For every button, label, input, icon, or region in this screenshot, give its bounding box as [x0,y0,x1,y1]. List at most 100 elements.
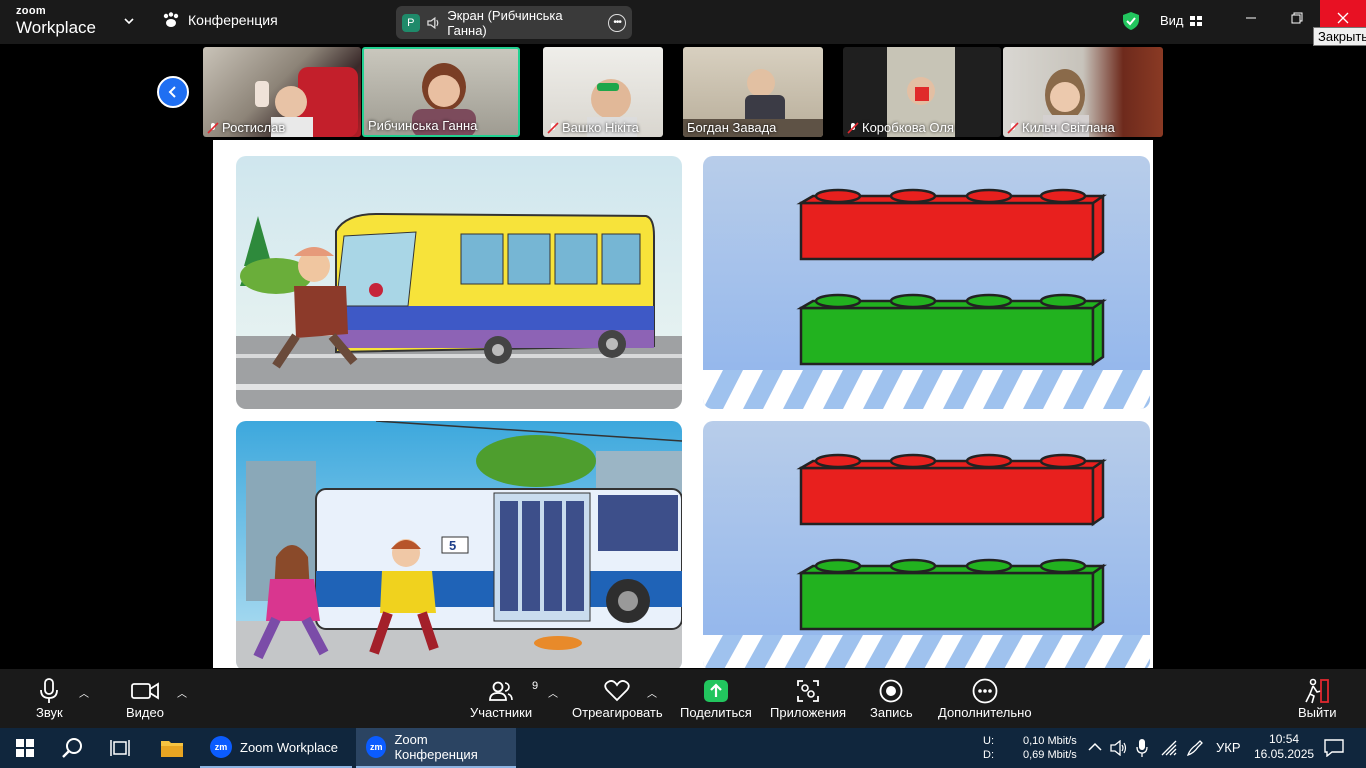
participant-tile[interactable]: Ростислав [203,47,361,137]
minimize-icon [1246,17,1256,19]
search-button[interactable] [50,728,94,768]
file-explorer-button[interactable] [150,728,194,768]
mic-tray-icon[interactable] [1136,739,1148,757]
mic-muted-icon [207,121,219,134]
search-icon [62,738,82,758]
participant-tile[interactable]: Богдан Завада [683,47,823,137]
task-view-button[interactable] [98,728,142,768]
title-bar: zoom Workplace Конференция P Экран (Рибч… [0,0,1366,46]
chevron-left-icon [168,86,176,98]
participants-options-caret[interactable]: ︿ [548,685,558,700]
clock-time: 10:54 [1269,732,1300,746]
taskbar-app-zoom-workplace[interactable]: zm Zoom Workplace [200,728,352,768]
apps-icon [797,680,819,702]
meeting-label: Конференция [188,12,278,28]
windows-icon [16,739,34,757]
network-icon[interactable] [1160,740,1178,756]
view-menu[interactable]: Вид [1160,13,1202,28]
blocks-panel [703,156,1150,409]
gallery-prev-button[interactable] [157,76,189,108]
net-up-label: U: [983,735,994,747]
language-indicator[interactable]: УКР [1216,740,1241,755]
pen-icon[interactable] [1186,739,1204,757]
participant-name: Кильч Світлана [1007,120,1115,135]
react-options-caret[interactable]: ︿ [647,685,657,700]
close-tooltip: Закрыть [1313,27,1366,46]
zoom-app-icon: zm [366,736,387,758]
zoom-logo[interactable]: zoom Workplace [16,5,96,37]
audio-label: Звук [36,705,63,720]
logo-workplace-text: Workplace [16,18,96,37]
blocks-illustration [703,421,1150,668]
more-label: Дополнительно [938,705,1032,720]
zoom-app-icon: zm [210,736,232,758]
video-options-caret[interactable]: ︿ [177,685,187,700]
record-icon [879,679,903,703]
security-shield-icon[interactable] [1121,11,1141,31]
net-down-label: D: [983,749,994,761]
participants-icon [489,681,513,701]
participant-name: Вашко Нікіта [547,120,639,135]
bus-illustration [236,156,682,409]
blocks-illustration [703,156,1150,409]
start-button[interactable] [4,728,46,768]
trolleybus-scene-panel: 5 [236,421,682,668]
audio-button[interactable]: Звук [36,677,63,720]
paw-icon [163,12,179,27]
logo-zoom-text: zoom [16,5,46,17]
apps-label: Приложения [770,705,847,720]
leave-icon [1305,678,1330,704]
participant-name: Рибчинська Ганна [368,118,478,133]
blocks-panel [703,421,1150,668]
shared-screen[interactable]: 5 [213,140,1153,668]
task-view-icon [110,740,130,756]
microphone-icon [40,678,59,703]
chevron-up-icon[interactable] [1088,742,1102,752]
audio-options-caret[interactable]: ︿ [79,685,89,700]
net-up-value: 0,10 Mbit/s [1023,735,1077,747]
participant-name: Коробкова Оля [847,120,954,135]
clock[interactable]: 10:54 16.05.2025 [1254,732,1314,762]
video-button[interactable]: Видео [126,677,164,720]
taskbar-app-label: Zoom Конференция [394,732,478,762]
leave-label: Выйти [1298,705,1337,720]
zoom-window: zoom Workplace Конференция P Экран (Рибч… [0,0,1366,768]
network-speed-meter: U: 0,10 Mbit/s D: 0,69 Mbit/s [983,734,1077,762]
clock-date: 16.05.2025 [1254,747,1315,761]
heart-icon [604,680,630,702]
net-down-value: 0,69 Mbit/s [1023,749,1077,761]
apps-button[interactable]: Приложения [770,677,846,720]
chevron-down-icon[interactable] [122,14,136,28]
video-label: Видео [126,705,164,720]
record-button[interactable]: Запись [870,677,913,720]
close-icon [1337,12,1349,24]
minimize-button[interactable] [1228,0,1274,36]
participant-name: Богдан Завада [687,120,777,135]
participant-tile[interactable]: Кильч Світлана [1003,47,1163,137]
share-label: Экран (Рибчинська Ганна) [447,7,563,38]
participants-label: Участники [470,705,533,720]
notifications-icon[interactable] [1324,739,1344,757]
meeting-tab[interactable]: Конференция [162,12,278,28]
participant-tile[interactable]: Коробкова Оля [843,47,1001,137]
speaker-icon [426,16,438,29]
volume-icon[interactable] [1110,740,1128,756]
share-label: Поделиться [680,705,752,720]
record-label: Запись [870,705,913,720]
more-options-icon[interactable]: ••• [608,13,626,32]
leave-button[interactable]: Выйти [1298,677,1337,720]
share-button[interactable]: Поделиться [680,677,752,720]
share-status-pill[interactable]: P Экран (Рибчинська Ганна) ••• [396,6,632,39]
mic-muted-icon [1007,121,1019,134]
mic-muted-icon [847,121,859,134]
taskbar-app-zoom-meeting[interactable]: zm Zoom Конференция [356,728,516,768]
share-screen-icon [703,680,728,702]
view-label: Вид [1160,13,1184,28]
more-button[interactable]: Дополнительно [938,677,1032,720]
mic-muted-icon [547,121,559,134]
participant-tile[interactable]: Вашко Нікіта [543,47,663,137]
presenter-avatar: P [402,13,420,32]
participant-tile-active[interactable]: Рибчинська Ганна [362,47,520,137]
react-label: Отреагировать [572,705,663,720]
participants-button[interactable]: 9 Участники [470,677,538,720]
